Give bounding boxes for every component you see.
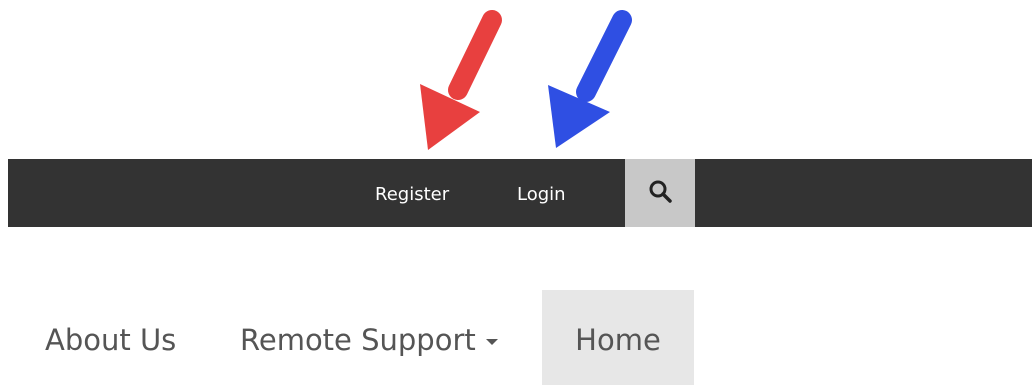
nav-item-home[interactable]: Home	[542, 290, 694, 385]
nav-item-label: Remote Support	[240, 323, 476, 357]
red-arrow-icon	[420, 10, 502, 150]
main-navigation: About Us Remote Support Home	[0, 290, 1032, 385]
search-button[interactable]	[625, 159, 695, 227]
nav-item-about-us[interactable]: About Us	[45, 290, 176, 385]
login-link[interactable]: Login	[517, 159, 566, 227]
top-utility-bar: Register Login	[8, 159, 1032, 227]
register-link[interactable]: Register	[375, 159, 449, 227]
annotation-arrows	[420, 10, 632, 150]
nav-item-label: Home	[575, 323, 661, 357]
nav-item-label: About Us	[45, 323, 177, 357]
search-icon	[649, 180, 672, 203]
nav-item-remote-support[interactable]: Remote Support	[240, 290, 498, 385]
blue-arrow-icon	[548, 10, 632, 148]
caret-down-icon	[485, 339, 498, 345]
